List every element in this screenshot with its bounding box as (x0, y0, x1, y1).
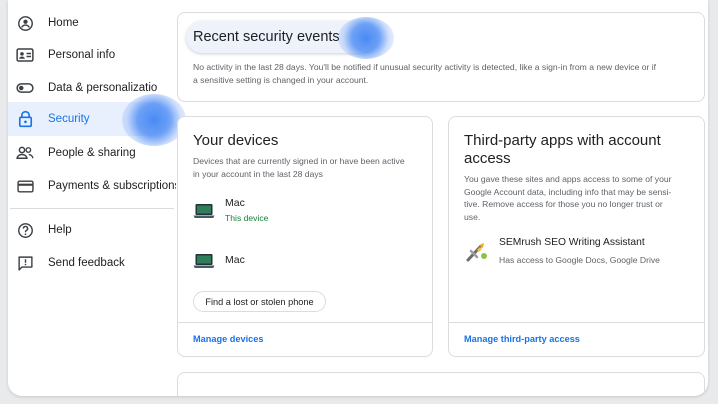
semrush-app-icon (465, 241, 489, 268)
sidebar-item-label: Security (48, 113, 90, 125)
devices-title: Your devices (193, 132, 279, 149)
this-device-label: This device (225, 213, 269, 223)
app-access-description: Has access to Google Docs, Google Drive (499, 255, 660, 265)
home-icon (16, 14, 34, 32)
third-party-title: Third-party apps with account access (464, 132, 661, 167)
sidebar-item-data-personalization[interactable]: Data & personalizatio (8, 71, 176, 105)
app-name[interactable]: SEMrush SEO Writing Assistant (499, 237, 645, 248)
recent-events-title: Recent security events (193, 29, 340, 45)
sidebar-item-personal-info[interactable]: Personal info (8, 38, 176, 72)
app-window: Home Personal info Data & personalizatio… (8, 0, 708, 396)
sidebar-item-home[interactable]: Home (8, 6, 176, 40)
help-icon (16, 221, 34, 239)
manage-third-party-link[interactable]: Manage third-party access (464, 334, 580, 344)
toggle-icon (16, 79, 34, 97)
sidebar-item-label: Send feedback (48, 257, 125, 269)
third-party-apps-card: Third-party apps with account access You… (448, 116, 705, 357)
id-card-icon (16, 46, 34, 64)
sidebar-nav: Home Personal info Data & personalizatio… (8, 0, 186, 396)
sidebar-item-label: Data & personalizatio (48, 82, 158, 94)
lock-icon (16, 110, 34, 128)
device-name[interactable]: Mac (225, 197, 245, 209)
people-icon (16, 144, 34, 162)
sidebar-item-payments[interactable]: Payments & subscriptions (8, 169, 176, 203)
sidebar-item-people-sharing[interactable]: People & sharing (8, 136, 176, 170)
card-divider (449, 322, 704, 323)
laptop-icon (193, 203, 215, 224)
sidebar-item-label: People & sharing (48, 147, 136, 159)
sidebar-item-label: Personal info (48, 49, 116, 61)
third-party-description: You gave these sites and apps access to … (464, 174, 672, 222)
sidebar-item-help[interactable]: Help (8, 213, 176, 247)
recent-events-description: No activity in the last 28 days. You'll … (193, 62, 657, 85)
next-card (177, 372, 705, 396)
device-name[interactable]: Mac (225, 254, 245, 266)
sidebar-item-label: Help (48, 224, 72, 236)
sidebar-item-label: Payments & subscriptions (48, 180, 176, 192)
sidebar-item-send-feedback[interactable]: Send feedback (8, 246, 176, 280)
manage-devices-link[interactable]: Manage devices (193, 334, 263, 344)
feedback-icon (16, 254, 34, 272)
laptop-icon (193, 253, 215, 274)
sidebar-item-security[interactable]: Security (8, 102, 168, 136)
your-devices-card: Your devices Devices that are currently … (177, 116, 433, 357)
find-lost-phone-button[interactable]: Find a lost or stolen phone (193, 291, 326, 312)
sidebar-divider (10, 208, 174, 209)
card-divider (178, 322, 432, 323)
sidebar-item-label: Home (48, 17, 79, 29)
recent-security-events-card[interactable]: Recent security events No activity in th… (177, 12, 705, 102)
devices-description: Devices that are currently signed in or … (193, 156, 405, 179)
credit-card-icon (16, 177, 34, 195)
